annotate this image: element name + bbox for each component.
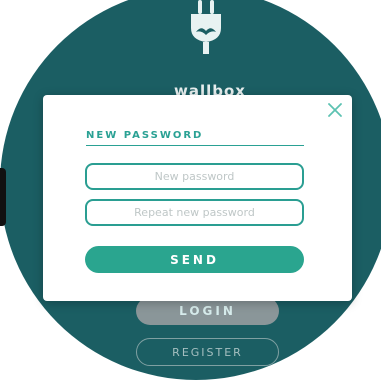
new-password-field[interactable] [85, 163, 304, 190]
register-button[interactable]: REGISTER [136, 338, 279, 366]
plug-icon [191, 0, 221, 54]
send-button[interactable]: SEND [85, 246, 304, 273]
scroll-edge [0, 168, 6, 226]
screen: wallbox LOGIN REGISTER NEW PASSWORD SEND [0, 0, 381, 385]
new-password-dialog: NEW PASSWORD SEND [43, 95, 352, 301]
repeat-password-field[interactable] [85, 199, 304, 226]
login-button[interactable]: LOGIN [136, 297, 279, 325]
dialog-title: NEW PASSWORD [86, 128, 304, 146]
close-icon[interactable] [325, 100, 345, 120]
